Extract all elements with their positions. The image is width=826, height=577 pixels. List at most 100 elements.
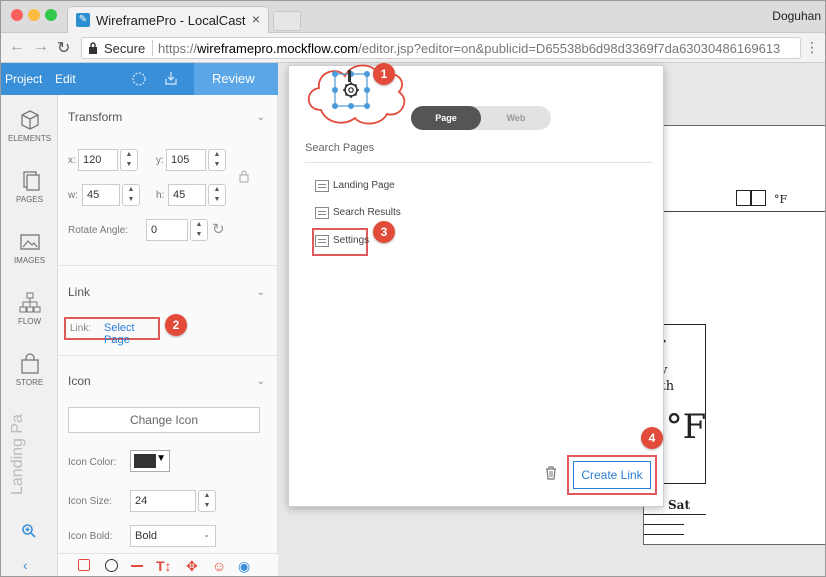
- icon-size-stepper[interactable]: ▲ ▼: [198, 490, 216, 512]
- url-text: https://wireframepro.mockflow.com/editor…: [158, 41, 798, 56]
- chevron-down-icon[interactable]: ⌄: [257, 112, 265, 123]
- rail-item-flow[interactable]: FLOW: [1, 292, 58, 326]
- move-tool-icon[interactable]: ✥: [186, 558, 198, 575]
- icon-color-picker[interactable]: ▼: [130, 450, 170, 472]
- new-tab-button[interactable]: [273, 11, 301, 31]
- circle-tool-icon[interactable]: [105, 559, 118, 572]
- wireframepro-favicon-icon: ✎: [76, 13, 90, 27]
- y-stepper[interactable]: ▲ ▼: [208, 149, 226, 171]
- selected-gear-icon-marker: [348, 70, 351, 82]
- cube-icon: [20, 110, 39, 130]
- wireframe-artboard[interactable]: °F / er day 18th 2°F Sat: [643, 125, 825, 545]
- icon-color-label: Icon Color:: [68, 457, 117, 468]
- address-bar: ← → ↻ Secure https://wireframepro.mockfl…: [1, 33, 825, 63]
- reload-icon[interactable]: ↻: [57, 38, 70, 58]
- text-tool-icon[interactable]: T↕: [156, 558, 172, 574]
- transform-section-title: Transform: [68, 110, 123, 124]
- chevron-down-icon: ⌄: [203, 530, 210, 539]
- review-button[interactable]: Review >: [194, 63, 278, 118]
- toggle-web[interactable]: Web: [481, 106, 551, 130]
- cloud-highlight: [307, 64, 406, 125]
- collapse-left-icon[interactable]: ‹: [23, 557, 28, 573]
- rotate-angle-input[interactable]: 0: [146, 219, 188, 241]
- link-page-popup: Page Web Search Pages Landing Page Searc…: [288, 64, 664, 507]
- left-icon-rail: ELEMENTS PAGES IMAGES FLOW STORE Landing…: [1, 95, 58, 576]
- link-type-toggle[interactable]: Page Web: [411, 106, 551, 130]
- close-window-icon[interactable]: [11, 9, 23, 21]
- x-input[interactable]: 120: [78, 149, 118, 171]
- minimize-window-icon[interactable]: [28, 9, 40, 21]
- rotate-reset-icon[interactable]: ↻: [212, 220, 225, 238]
- url-path: /editor.jsp?editor=on&publicid=D65538b6d…: [358, 41, 781, 56]
- page-icon: [315, 235, 329, 247]
- rail-item-pages[interactable]: PAGES: [1, 170, 58, 204]
- step-badge-2: 2: [165, 314, 187, 336]
- project-menu[interactable]: Project: [5, 72, 42, 86]
- rail-item-store[interactable]: STORE: [1, 353, 58, 387]
- h-input[interactable]: 45: [168, 184, 206, 206]
- properties-panel: Transform ⌄ x: 120 ▲ ▼ y: 105 ▲ ▼ w: 45 ▲ ▼…: [58, 95, 278, 576]
- emoji-tool-icon[interactable]: ☺: [212, 558, 226, 574]
- secure-label: Secure: [104, 41, 146, 56]
- trash-icon[interactable]: [545, 466, 557, 480]
- forward-arrow-icon[interactable]: →: [33, 38, 49, 56]
- wire-line: [644, 524, 684, 525]
- w-input[interactable]: 45: [82, 184, 120, 206]
- browser-tab[interactable]: ✎ WireframePro - LocalCast Weather ×: [67, 6, 269, 33]
- chevron-down-icon[interactable]: ⌄: [257, 376, 265, 387]
- chevron-down-icon[interactable]: ⌄: [257, 287, 265, 298]
- review-label: Review: [212, 71, 255, 86]
- icon-bold-value: Bold: [135, 530, 158, 542]
- wire-header: °F: [644, 186, 825, 212]
- rail-item-images[interactable]: IMAGES: [1, 231, 58, 265]
- page-item-label: Search Results: [333, 207, 401, 218]
- toggle-page[interactable]: Page: [411, 106, 481, 130]
- rail-label: IMAGES: [13, 256, 46, 265]
- zoom-in-icon[interactable]: [21, 523, 37, 539]
- step-badge-3: 3: [373, 221, 395, 243]
- w-stepper[interactable]: ▲ ▼: [122, 184, 140, 206]
- wire-line: [644, 514, 706, 515]
- browser-menu-icon[interactable]: ⋮: [805, 39, 819, 56]
- rail-item-elements[interactable]: ELEMENTS: [1, 109, 58, 143]
- icon-bold-select[interactable]: Bold ⌄: [130, 525, 216, 547]
- line-tool-icon[interactable]: [131, 565, 143, 567]
- create-link-button[interactable]: Create Link: [573, 461, 651, 489]
- change-icon-button[interactable]: Change Icon: [68, 407, 260, 433]
- page-item-label: Settings: [333, 235, 370, 246]
- url-input[interactable]: Secure https://wireframepro.mockflow.com…: [81, 37, 801, 59]
- divider: [58, 265, 278, 266]
- comment-icon[interactable]: [131, 71, 147, 87]
- download-icon[interactable]: [163, 70, 179, 86]
- h-stepper[interactable]: ▲ ▼: [208, 184, 226, 206]
- wire-toggle-box: [750, 190, 766, 206]
- profile-name[interactable]: Doguhan: [772, 9, 821, 23]
- step-badge-1: 1: [373, 63, 395, 85]
- page-icon: [315, 180, 329, 192]
- bag-icon: [20, 353, 39, 374]
- edit-menu[interactable]: Edit: [55, 72, 76, 86]
- url-separator: [152, 40, 153, 56]
- x-label: x:: [68, 155, 76, 166]
- app-window: ✎ WireframePro - LocalCast Weather × Dog…: [0, 0, 826, 577]
- select-page-link[interactable]: Select Page: [104, 322, 158, 346]
- url-scheme: https://: [158, 41, 198, 56]
- current-page-name: Landing Pa: [9, 414, 26, 495]
- back-arrow-icon[interactable]: ←: [9, 38, 25, 56]
- icon-size-input[interactable]: 24: [130, 490, 196, 512]
- icon-section-title: Icon: [68, 374, 91, 388]
- tab-close-icon[interactable]: ×: [252, 11, 260, 27]
- target-tool-icon[interactable]: ◉: [238, 558, 250, 575]
- rail-label: PAGES: [16, 195, 43, 204]
- editor-toolbar: Project Edit Review >: [1, 63, 278, 118]
- rotate-stepper[interactable]: ▲ ▼: [190, 219, 208, 241]
- step-badge-4: 4: [641, 427, 663, 449]
- y-input[interactable]: 105: [166, 149, 206, 171]
- link-field: Link: Select Page: [64, 317, 160, 346]
- aspect-lock-icon[interactable]: [238, 169, 250, 183]
- rectangle-tool-icon[interactable]: [78, 559, 90, 571]
- wire-line: [644, 534, 684, 535]
- maximize-window-icon[interactable]: [45, 9, 57, 21]
- search-pages-label[interactable]: Search Pages: [305, 142, 374, 154]
- x-stepper[interactable]: ▲ ▼: [120, 149, 138, 171]
